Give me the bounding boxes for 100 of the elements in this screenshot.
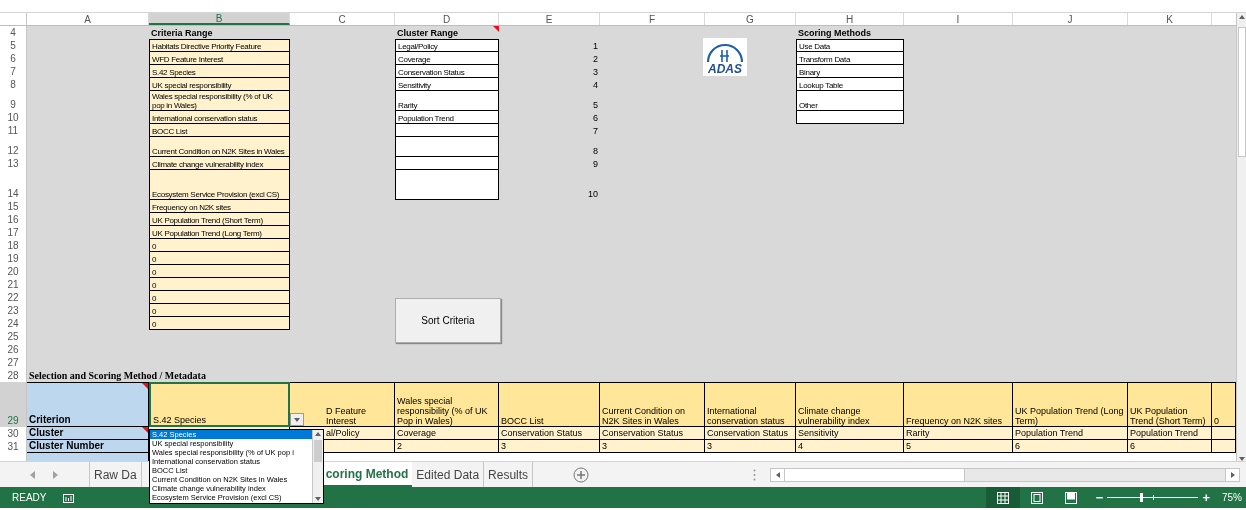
column-header[interactable]: B: [149, 13, 290, 25]
row-number[interactable]: 23: [0, 304, 27, 317]
zoom-percentage[interactable]: 75%: [1222, 490, 1242, 505]
column-header[interactable]: G: [705, 13, 796, 25]
row-number[interactable]: 24: [0, 317, 27, 330]
scrollbar-thumb[interactable]: [785, 468, 965, 481]
column-header[interactable]: J: [1013, 13, 1128, 25]
row-number[interactable]: 10: [0, 111, 27, 124]
horizontal-scrollbar[interactable]: [770, 467, 1240, 482]
table-cell: Other: [796, 91, 904, 111]
table-cell: 0: [149, 304, 290, 317]
table-cell: Wales special responsibility (% of UK pop in Wales): [149, 91, 290, 111]
table-cell[interactable]: UK Population Trend (Long Term): [1013, 382, 1128, 427]
row-number[interactable]: 28: [0, 369, 27, 382]
sort-criteria-button[interactable]: Sort Criteria: [395, 298, 501, 343]
table-cell: 0: [149, 252, 290, 265]
scrollbar-thumb[interactable]: [314, 440, 322, 462]
scrollbar-thumb[interactable]: [1237, 27, 1246, 157]
table-cell[interactable]: Frequency on N2K sites: [904, 382, 1013, 427]
table-cell: Sensitivity: [796, 427, 904, 440]
table-cell[interactable]: 0: [1212, 382, 1236, 427]
row-number[interactable]: 17: [0, 226, 27, 239]
table-cell: Population Trend: [1013, 427, 1128, 440]
up-arrow-icon: [315, 432, 321, 436]
table-cell: Lookup Table: [796, 78, 904, 91]
table-cell[interactable]: Wales special responsibility (% of UK Pop in Wales): [395, 382, 499, 427]
cluster-number: 8: [593, 146, 598, 157]
more-options-icon[interactable]: [753, 468, 756, 481]
add-sheet-icon[interactable]: [573, 466, 590, 483]
row-number[interactable]: 6: [0, 52, 27, 65]
table-cell: 2: [395, 440, 499, 453]
range-title: Criteria Range: [151, 28, 213, 39]
cluster-number: 6: [593, 113, 598, 124]
row-number[interactable]: 8: [0, 78, 27, 91]
vertical-scrollbar[interactable]: [1236, 13, 1246, 461]
status-mode: READY: [12, 491, 47, 505]
zoom-in-button[interactable]: +: [1202, 491, 1210, 504]
caret-icon: [294, 417, 300, 422]
row-number[interactable]: 15: [0, 200, 27, 213]
table-cell: 6: [1128, 440, 1212, 453]
macro-record-icon[interactable]: [63, 492, 75, 503]
down-arrow-icon: [1238, 457, 1245, 461]
table-cell: 3: [600, 440, 705, 453]
section-title: Selection and Scoring Method / Metadata: [29, 370, 206, 382]
row-number[interactable]: 14: [0, 170, 27, 200]
row-number[interactable]: 7: [0, 65, 27, 78]
right-arrow-icon[interactable]: [1230, 471, 1235, 478]
zoom-slider[interactable]: [1107, 493, 1199, 502]
row-number[interactable]: 13: [0, 157, 27, 170]
zoom-out-button[interactable]: −: [1095, 491, 1104, 504]
row-number[interactable]: 11: [0, 124, 27, 137]
dropdown-button[interactable]: [290, 413, 304, 426]
column-header[interactable]: H: [796, 13, 904, 25]
table-cell: UK Population Trend (Long Term): [149, 226, 290, 239]
table-cell: Habitats Directive Priority Feature: [149, 39, 290, 52]
table-cell[interactable]: S.42 Species: [149, 382, 290, 427]
table-cell: Binary: [796, 65, 904, 78]
row-number[interactable]: 31: [0, 440, 27, 453]
column-header[interactable]: I: [904, 13, 1013, 25]
row-number[interactable]: 12: [0, 137, 27, 157]
slider-thumb[interactable]: [1140, 493, 1144, 502]
row-number[interactable]: 22: [0, 291, 27, 304]
cluster-number: 10: [588, 189, 598, 200]
table-cell: 0: [149, 278, 290, 291]
row-number[interactable]: 27: [0, 356, 27, 369]
row-number[interactable]: 26: [0, 343, 27, 356]
list-scrollbar[interactable]: [312, 430, 323, 503]
row-number[interactable]: 4: [0, 26, 27, 39]
table-cell: 0: [149, 317, 290, 330]
cluster-number: 4: [593, 80, 598, 91]
table-cell[interactable]: Climate change vulnerability index: [796, 382, 904, 427]
column-header[interactable]: D: [395, 13, 499, 25]
table-cell: Conservation Status: [600, 427, 705, 440]
row-number[interactable]: 9: [0, 91, 27, 111]
table-cell: BOCC List: [149, 124, 290, 137]
row-number[interactable]: 5: [0, 39, 27, 52]
table-cell: UK special responsibility: [149, 78, 290, 91]
sheet-tab[interactable]: coring Method: [321, 462, 413, 487]
column-header[interactable]: C: [290, 13, 395, 25]
row-number[interactable]: 21: [0, 278, 27, 291]
table-cell[interactable]: BOCC List: [499, 382, 600, 427]
column-header[interactable]: F: [600, 13, 705, 25]
row-number[interactable]: 19: [0, 252, 27, 265]
row-number[interactable]: 30: [0, 427, 27, 440]
table-cell[interactable]: Current Condition on N2K Sites in Wales: [600, 382, 705, 427]
row-number[interactable]: 25: [0, 330, 27, 343]
cluster-number: 3: [593, 67, 598, 78]
table-cell[interactable]: UK Population Trend (Short Term): [1128, 382, 1212, 427]
column-header[interactable]: E: [499, 13, 600, 25]
row-number[interactable]: 18: [0, 239, 27, 252]
left-arrow-icon[interactable]: [775, 471, 780, 478]
row-number[interactable]: 29: [0, 382, 27, 427]
page-icon: [1030, 491, 1043, 504]
row-number[interactable]: 16: [0, 213, 27, 226]
table-cell: 0: [149, 265, 290, 278]
table-cell[interactable]: International conservation status: [705, 382, 796, 427]
column-header[interactable]: K: [1128, 13, 1212, 25]
row-number[interactable]: 20: [0, 265, 27, 278]
table-cell: Current Condition on N2K Sites in Wales: [149, 137, 290, 157]
view-mode-button[interactable]: [985, 487, 1020, 508]
